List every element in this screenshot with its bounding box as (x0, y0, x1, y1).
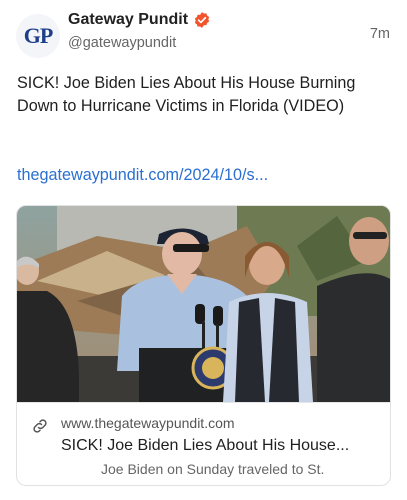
post-timestamp[interactable]: 7m (370, 26, 390, 42)
author-name-row: Gateway Pundit (68, 11, 211, 29)
card-description: Joe Biden on Sunday traveled to St. (101, 461, 325, 477)
avatar-logo-text: GP (23, 23, 54, 48)
avatar[interactable]: GP (16, 14, 60, 58)
post: GP Gateway Pundit @gatewaypundit 7m SICK… (0, 0, 407, 500)
card-meta: www.thegatewaypundit.com SICK! Joe Biden… (17, 402, 390, 485)
post-link[interactable]: thegatewaypundit.com/2024/10/s... (17, 166, 268, 185)
author-block: Gateway Pundit @gatewaypundit (68, 11, 211, 51)
card-domain: www.thegatewaypundit.com (61, 415, 235, 431)
author-handle[interactable]: @gatewaypundit (68, 35, 211, 51)
link-chain-icon (33, 419, 47, 433)
author-name[interactable]: Gateway Pundit (68, 11, 188, 29)
verified-badge-icon (194, 12, 210, 28)
link-preview-card[interactable]: www.thegatewaypundit.com SICK! Joe Biden… (16, 205, 391, 486)
card-title[interactable]: SICK! Joe Biden Lies About His House... (61, 437, 349, 455)
card-image (17, 206, 390, 402)
post-text: SICK! Joe Biden Lies About His House Bur… (17, 74, 356, 115)
